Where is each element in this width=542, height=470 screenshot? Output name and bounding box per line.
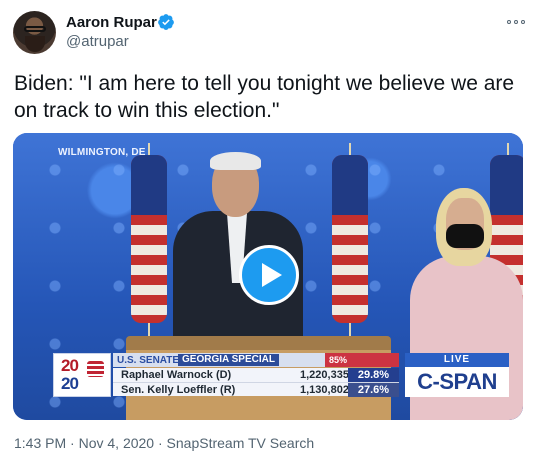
election-chyron: 20 20 U.S. SENATE GEORGIA SPECIAL 85% RE… xyxy=(53,353,509,397)
play-button[interactable] xyxy=(239,245,299,305)
race-name: GEORGIA SPECIAL xyxy=(178,354,279,366)
author-name[interactable]: Aaron Rupar xyxy=(66,14,157,31)
tweet-source[interactable]: SnapStream TV Search xyxy=(167,435,315,451)
network-logo: C-SPAN xyxy=(405,367,509,397)
tweet-card: Aaron Rupar @atrupar Biden: "I am here t… xyxy=(0,0,542,470)
meta-separator: · xyxy=(157,435,163,451)
candidate-percent: 29.8% xyxy=(348,368,399,382)
tweet-metadata: 1:43 PM · Nov 4, 2020 · SnapStream TV Se… xyxy=(14,435,314,451)
avatar-glasses xyxy=(24,26,46,32)
candidate-row: Raphael Warnock (D) 1,220,335 29.8% xyxy=(113,368,399,382)
logo-2020: 20 20 xyxy=(53,353,111,397)
author-handle[interactable]: @atrupar xyxy=(66,33,129,50)
avatar[interactable] xyxy=(13,11,56,54)
video-player[interactable]: WILMINGTON, DE 20 20 U.S. SENATE GEORGIA… xyxy=(13,133,523,420)
tweet-time[interactable]: 1:43 PM xyxy=(14,435,66,451)
more-dot xyxy=(514,20,518,24)
play-icon xyxy=(262,263,282,287)
logo-digits-top: 20 xyxy=(61,356,79,375)
verified-badge-icon xyxy=(158,14,174,30)
more-dot xyxy=(521,20,525,24)
reporting-status: 85% REPORTING xyxy=(325,353,399,379)
american-flag-center xyxy=(329,143,371,338)
race-category: U.S. SENATE xyxy=(117,355,180,366)
live-badge: LIVE xyxy=(405,353,509,367)
tweet-date[interactable]: Nov 4, 2020 xyxy=(79,435,155,451)
candidate-name: Sen. Kelly Loeffler (R) xyxy=(121,384,236,396)
candidate-row: Sen. Kelly Loeffler (R) 1,130,802 27.6% xyxy=(113,382,399,397)
location-label: WILMINGTON, DE xyxy=(58,147,146,158)
more-options-icon[interactable] xyxy=(507,13,525,31)
logo-flag-icon xyxy=(87,361,104,377)
candidate-percent: 27.6% xyxy=(348,383,399,397)
candidate-votes: 1,220,335 xyxy=(300,369,349,381)
tweet-text: Biden: "I am here to tell you tonight we… xyxy=(14,72,515,122)
candidate-votes: 1,130,802 xyxy=(300,384,349,396)
more-dot xyxy=(507,20,511,24)
logo-digits-bottom: 20 xyxy=(61,374,79,393)
meta-separator: · xyxy=(70,435,75,451)
avatar-beard xyxy=(25,36,45,52)
candidate-name: Raphael Warnock (D) xyxy=(121,369,232,381)
